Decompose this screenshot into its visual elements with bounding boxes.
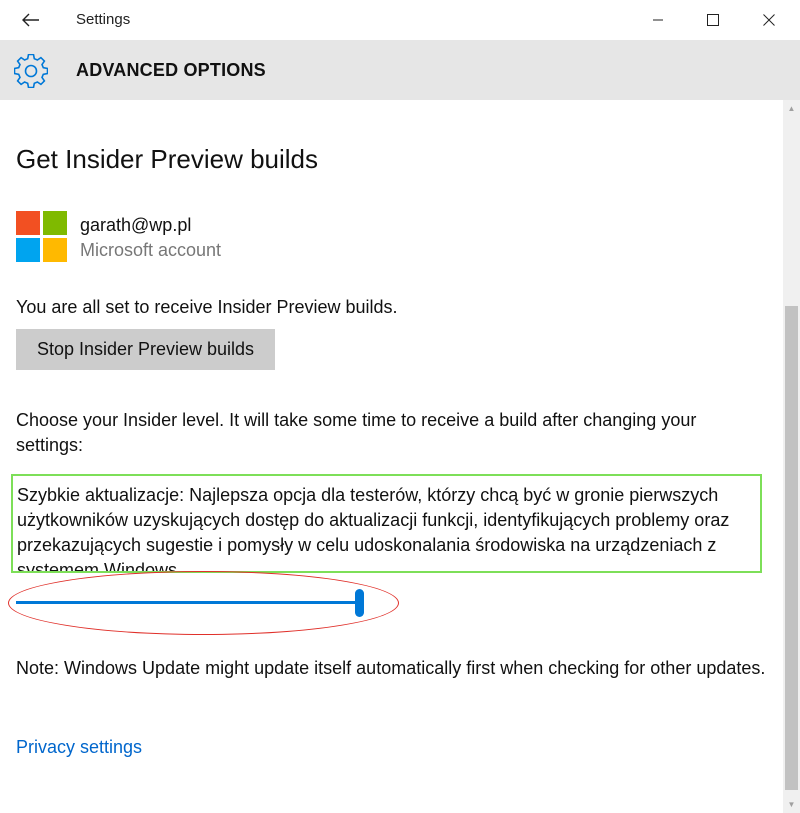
account-type: Microsoft account xyxy=(80,240,222,260)
window-title: Settings xyxy=(76,11,131,28)
gear-icon xyxy=(14,54,48,88)
microsoft-logo-icon xyxy=(16,211,68,263)
scroll-down-arrow-icon[interactable]: ▼ xyxy=(783,796,800,813)
main-content: Get Insider Preview builds garath@wp.pl … xyxy=(0,100,783,813)
minimize-button[interactable] xyxy=(627,0,689,40)
minimize-icon xyxy=(653,19,663,21)
status-text: You are all set to receive Insider Previ… xyxy=(16,297,398,317)
logo-square-red xyxy=(16,211,40,235)
insider-level-slider[interactable] xyxy=(16,588,368,618)
section-heading: Get Insider Preview builds xyxy=(16,144,319,174)
scrollbar-thumb[interactable] xyxy=(785,306,798,790)
back-button[interactable] xyxy=(0,0,62,40)
title-bar: Settings xyxy=(0,0,800,40)
scroll-up-arrow-icon[interactable]: ▲ xyxy=(783,100,800,117)
page-title: ADVANCED OPTIONS xyxy=(76,60,266,80)
close-button[interactable] xyxy=(738,0,800,40)
vertical-scrollbar[interactable]: ▲ ▼ xyxy=(783,100,800,813)
logo-square-yellow xyxy=(43,238,67,262)
stop-insider-builds-button[interactable]: Stop Insider Preview builds xyxy=(16,329,275,370)
privacy-settings-link[interactable]: Privacy settings xyxy=(16,737,142,758)
note-text: Note: Windows Update might update itself… xyxy=(16,658,766,678)
maximize-button[interactable] xyxy=(682,0,744,40)
logo-square-blue xyxy=(16,238,40,262)
account-email: garath@wp.pl xyxy=(80,215,192,235)
logo-square-green xyxy=(43,211,67,235)
maximize-icon xyxy=(707,14,719,26)
insider-level-description: Szybkie aktualizacje: Najlepsza opcja dl… xyxy=(11,474,762,573)
close-icon xyxy=(763,14,775,26)
slider-thumb[interactable] xyxy=(355,589,364,617)
back-arrow-icon xyxy=(22,13,39,27)
choose-level-text: Choose your Insider level. It will take … xyxy=(16,410,697,455)
page-header: ADVANCED OPTIONS xyxy=(0,40,800,100)
slider-track[interactable] xyxy=(16,601,364,604)
